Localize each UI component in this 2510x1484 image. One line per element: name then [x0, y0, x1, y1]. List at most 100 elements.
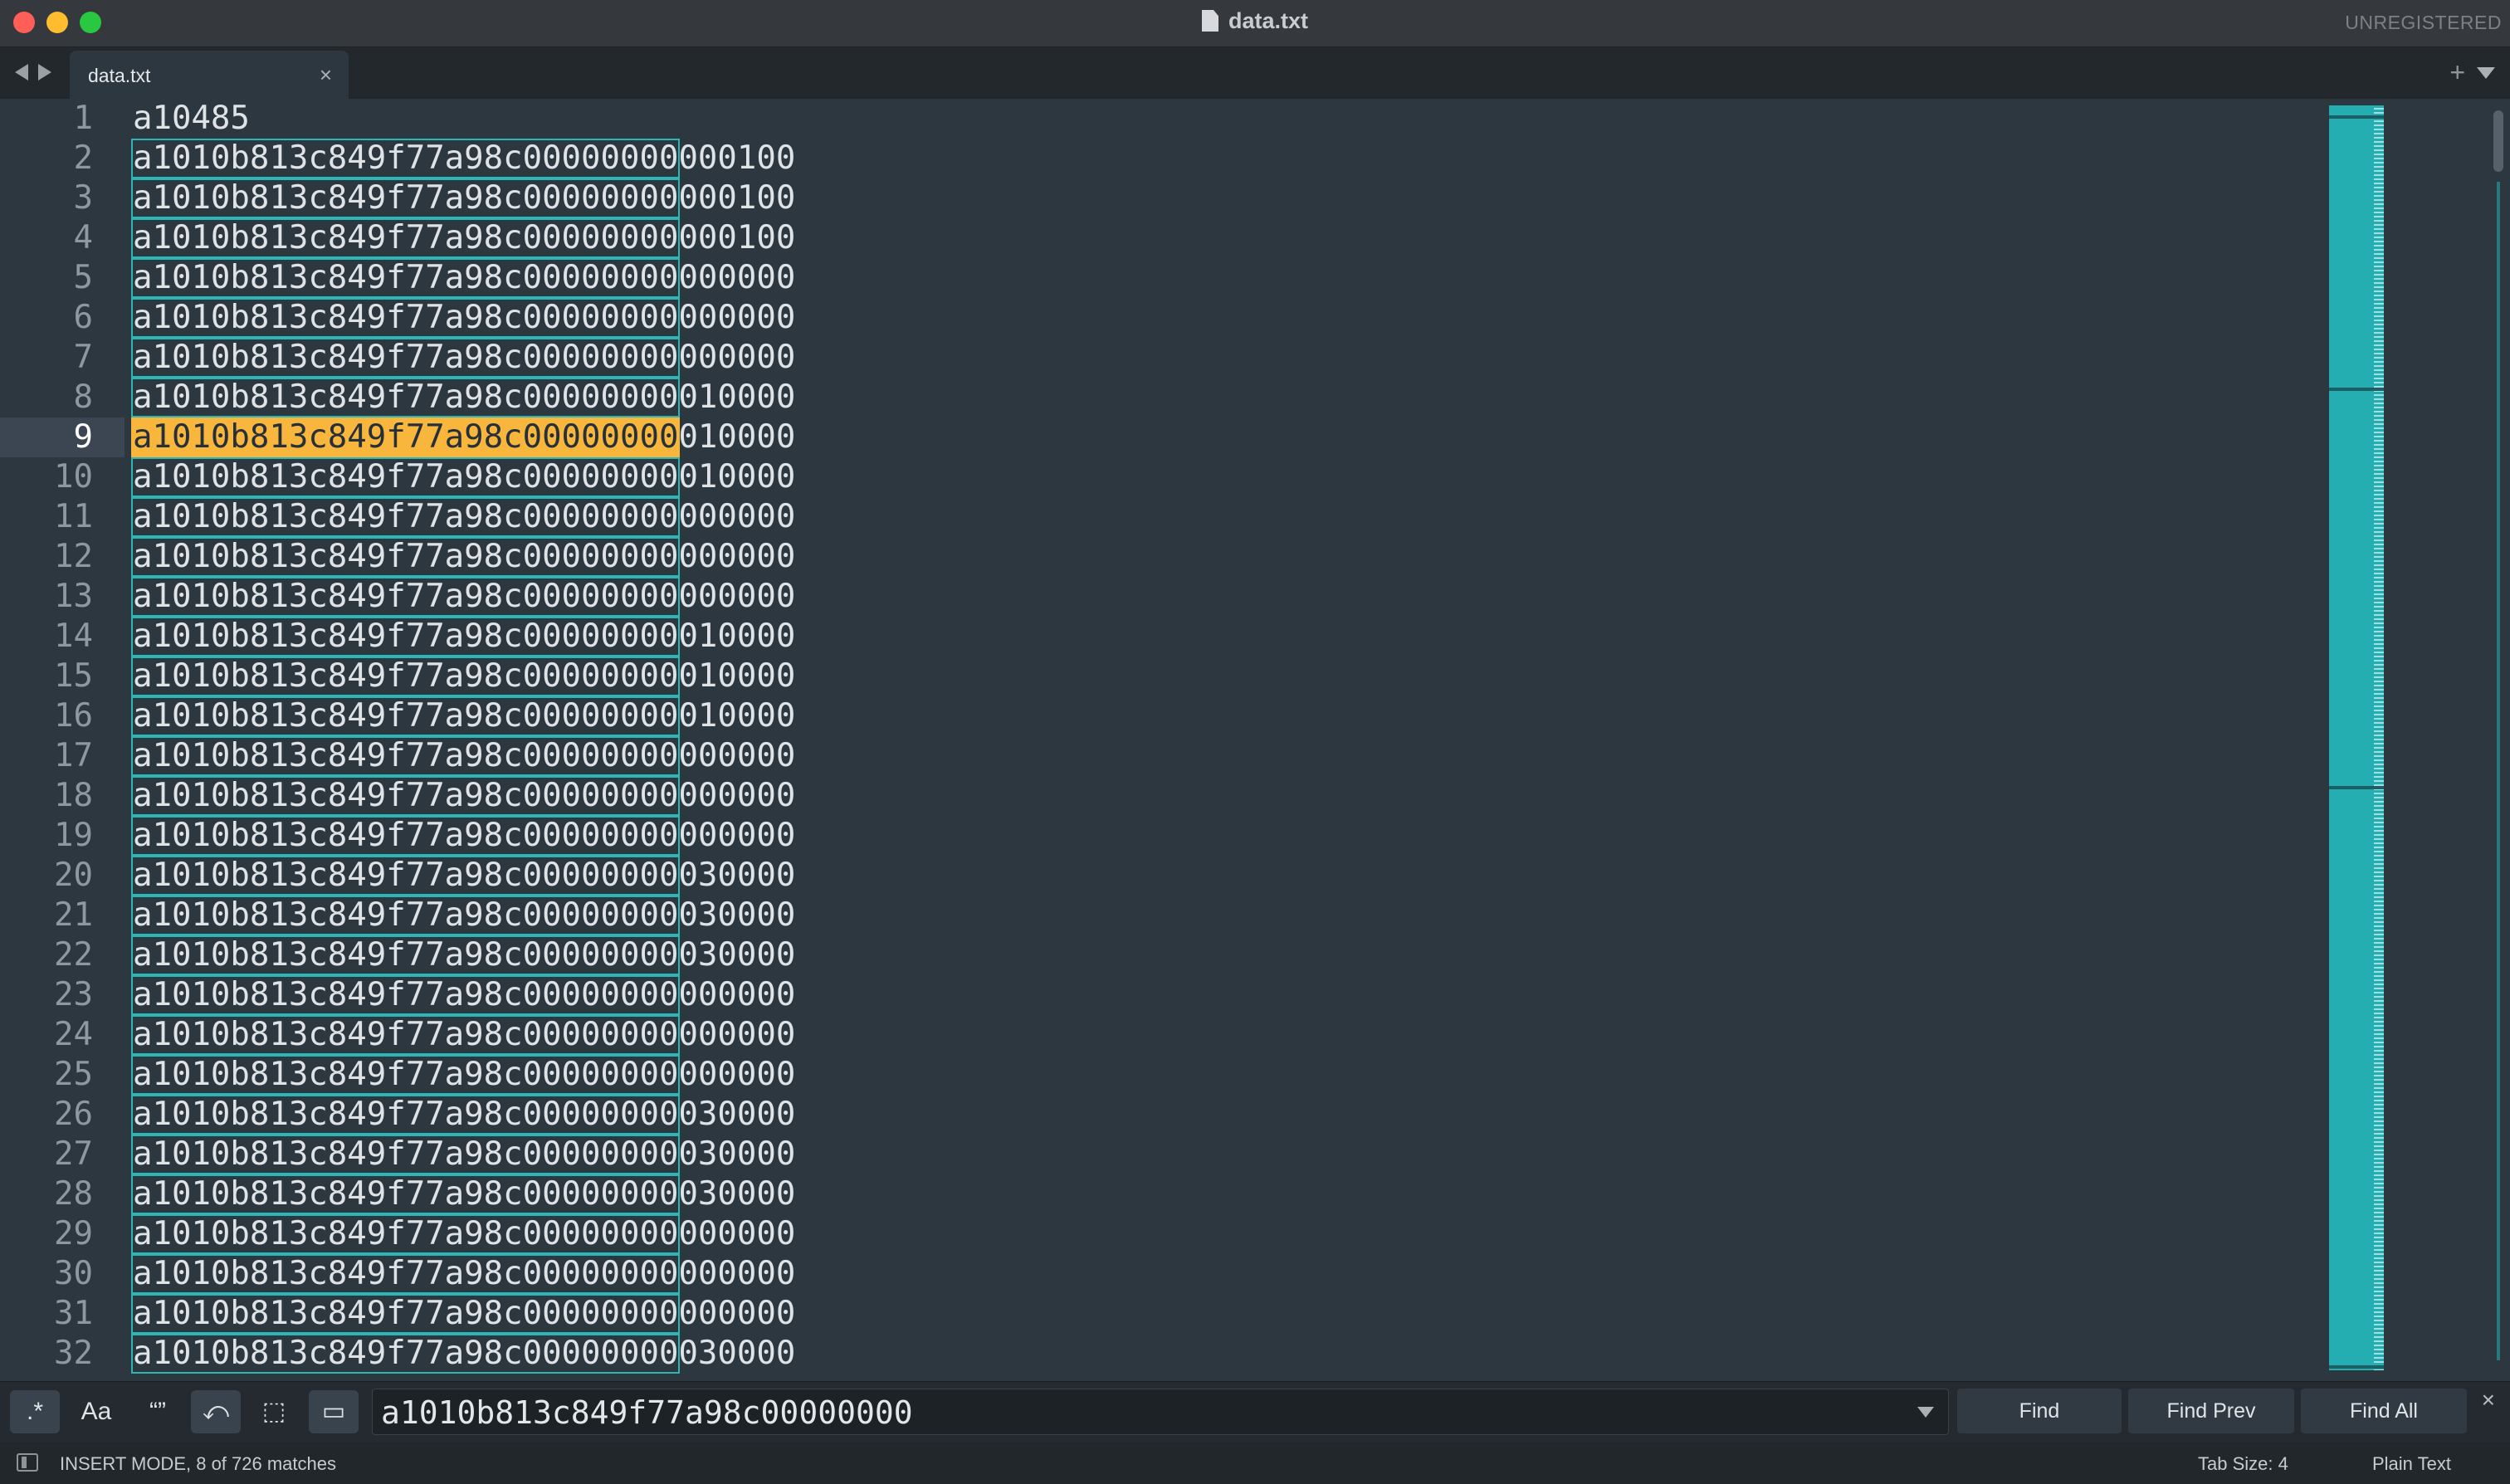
search-match: a1010b813c849f77a98c00000000	[131, 816, 681, 856]
line-text: a1010b813c849f77a98c00000000000000	[131, 258, 796, 298]
minimap-match-marker	[2329, 388, 2384, 391]
line-suffix: 030000	[678, 896, 796, 934]
regex-toggle[interactable]: .*	[10, 1390, 60, 1433]
line-text: a1010b813c849f77a98c00000000000000	[131, 577, 795, 617]
minimap-text-preview	[2374, 105, 2384, 1370]
code-line[interactable]: 15 a1010b813c849f77a98c00000000010000	[0, 657, 2324, 696]
code-line[interactable]: 10 a1010b813c849f77a98c00000000010000	[0, 457, 2324, 497]
in-selection-toggle[interactable]: ⬚	[249, 1390, 299, 1433]
find-all-button[interactable]: Find All	[2301, 1389, 2467, 1433]
find-close-icon[interactable]: ×	[2482, 1387, 2495, 1413]
find-panel: .* Aa “” ⤺ ⬚ ▭ a1010b813c849f77a98c00000000 F…	[0, 1381, 2510, 1442]
code-line[interactable]: 31 a1010b813c849f77a98c00000000000000	[0, 1294, 2324, 1334]
line-number: 2	[73, 139, 93, 177]
code-line[interactable]: 27 a1010b813c849f77a98c00000000030000	[0, 1135, 2324, 1174]
syntax-selector[interactable]: Plain Text	[2372, 1453, 2451, 1475]
line-number: 25	[54, 1056, 93, 1093]
code-line[interactable]: 6 a1010b813c849f77a98c00000000000000	[0, 298, 2324, 338]
search-match: a1010b813c849f77a98c00000000	[131, 1294, 681, 1334]
document-icon	[1201, 10, 1218, 32]
line-text: a1010b813c849f77a98c00000000000000	[131, 1015, 795, 1055]
active-match: a1010b813c849f77a98c00000000	[131, 417, 681, 457]
code-line[interactable]: 29 a1010b813c849f77a98c00000000000000	[0, 1214, 2324, 1254]
panel-toggle-icon[interactable]	[17, 1453, 38, 1472]
status-bar: INSERT MODE, 8 of 726 matches Tab Size: …	[0, 1442, 2510, 1484]
line-suffix: 030000	[678, 1135, 796, 1173]
code-line[interactable]: 8 a1010b813c849f77a98c00000000010000	[0, 378, 2324, 417]
code-line[interactable]: 25 a1010b813c849f77a98c00000000000000	[0, 1055, 2324, 1095]
code-line[interactable]: 28 a1010b813c849f77a98c00000000030000	[0, 1174, 2324, 1214]
line-text: a1010b813c849f77a98c00000000030000	[131, 1334, 795, 1374]
line-suffix: 000000	[678, 976, 796, 1013]
code-line[interactable]: 22 a1010b813c849f77a98c00000000030000	[0, 935, 2324, 975]
code-line[interactable]: 3 a1010b813c849f77a98c00000000000100	[0, 178, 2324, 218]
line-number: 10	[54, 458, 93, 495]
whole-word-toggle[interactable]: “”	[133, 1390, 183, 1433]
code-line[interactable]: 19 a1010b813c849f77a98c00000000000000	[0, 816, 2324, 856]
code-line[interactable]: 18 a1010b813c849f77a98c00000000000000	[0, 776, 2324, 816]
code-line[interactable]: 21 a1010b813c849f77a98c00000000030000	[0, 896, 2324, 935]
code-line[interactable]: 13 a1010b813c849f77a98c00000000000000	[0, 577, 2324, 617]
tab-menu-chevron-down-icon[interactable]	[2477, 67, 2495, 79]
search-match: a1010b813c849f77a98c00000000	[131, 537, 681, 577]
new-tab-icon[interactable]: +	[2449, 57, 2465, 88]
code-line[interactable]: 16 a1010b813c849f77a98c00000000010000	[0, 696, 2324, 736]
line-number: 1	[73, 100, 93, 137]
code-line[interactable]: 11 a1010b813c849f77a98c00000000000000	[0, 497, 2324, 537]
code-line[interactable]: 17 a1010b813c849f77a98c00000000000000	[0, 736, 2324, 776]
code-line[interactable]: 20 a1010b813c849f77a98c00000000030000	[0, 856, 2324, 896]
line-suffix: 010000	[678, 458, 796, 495]
find-input[interactable]: a1010b813c849f77a98c00000000	[372, 1389, 1949, 1435]
line-number: 3	[73, 179, 93, 217]
code-line[interactable]: 2 a1010b813c849f77a98c00000000000100	[0, 139, 2324, 178]
search-match: a1010b813c849f77a98c00000000	[131, 139, 681, 178]
line-text: a1010b813c849f77a98c00000000010000	[131, 696, 795, 736]
find-history-chevron-down-icon[interactable]	[1917, 1407, 1934, 1418]
highlight-matches-toggle[interactable]: ▭	[309, 1390, 359, 1433]
minimap[interactable]	[2329, 105, 2384, 1370]
line-number: 23	[54, 976, 93, 1013]
search-match: a1010b813c849f77a98c00000000	[131, 457, 681, 497]
line-suffix: 000000	[678, 259, 796, 296]
code-line[interactable]: 30 a1010b813c849f77a98c00000000000000	[0, 1254, 2324, 1294]
code-line[interactable]: 32 a1010b813c849f77a98c00000000030000	[0, 1334, 2324, 1374]
find-button[interactable]: Find	[1957, 1389, 2122, 1433]
code-line[interactable]: 9 a1010b813c849f77a98c00000000010000	[0, 417, 2324, 457]
line-number: 15	[54, 657, 93, 695]
line-number: 32	[54, 1335, 93, 1372]
vertical-scrollbar-thumb[interactable]	[2493, 110, 2503, 172]
line-number: 11	[54, 498, 93, 535]
line-text: a1010b813c849f77a98c00000000030000	[131, 1174, 795, 1214]
line-number: 30	[54, 1255, 93, 1292]
line-suffix: 010000	[678, 618, 796, 655]
code-line[interactable]: 4 a1010b813c849f77a98c00000000000100	[0, 218, 2324, 258]
tab-close-icon[interactable]: ×	[320, 62, 332, 88]
nav-forward-icon[interactable]	[38, 64, 51, 81]
wrap-toggle[interactable]: ⤺	[191, 1390, 241, 1433]
line-text: a1010b813c849f77a98c00000000000000	[131, 1214, 795, 1254]
editor-area[interactable]: 1 a10485 2 a1010b813c849f77a98c000000000001…	[0, 99, 2510, 1381]
search-match: a1010b813c849f77a98c00000000	[131, 497, 681, 537]
code-line[interactable]: 14 a1010b813c849f77a98c00000000010000	[0, 617, 2324, 657]
line-suffix: 000000	[678, 498, 796, 535]
tab-label: data.txt	[88, 65, 151, 86]
line-number: 31	[54, 1295, 93, 1332]
line-number: 17	[54, 737, 93, 774]
find-prev-button[interactable]: Find Prev	[2128, 1389, 2294, 1433]
nav-back-icon[interactable]	[15, 64, 28, 81]
code-line[interactable]: 24 a1010b813c849f77a98c00000000000000	[0, 1015, 2324, 1055]
line-text: a1010b813c849f77a98c00000000030000	[131, 896, 796, 935]
search-match: a1010b813c849f77a98c00000000	[131, 617, 681, 657]
code-line[interactable]: 7 a1010b813c849f77a98c00000000000000	[0, 338, 2324, 378]
search-match: a1010b813c849f77a98c00000000	[131, 1254, 681, 1294]
code-line[interactable]: 1 a10485	[0, 99, 2324, 139]
tab-data-txt[interactable]: data.txt ×	[70, 51, 349, 99]
code-line[interactable]: 12 a1010b813c849f77a98c00000000000000	[0, 537, 2324, 577]
tab-size-selector[interactable]: Tab Size: 4	[2198, 1453, 2288, 1475]
code-line[interactable]: 5 a1010b813c849f77a98c00000000000000	[0, 258, 2324, 298]
code-line[interactable]: 26 a1010b813c849f77a98c00000000030000	[0, 1095, 2324, 1135]
line-number: 24	[54, 1016, 93, 1053]
search-match: a1010b813c849f77a98c00000000	[131, 1214, 681, 1254]
code-line[interactable]: 23 a1010b813c849f77a98c00000000000000	[0, 975, 2324, 1015]
case-sensitive-toggle[interactable]: Aa	[71, 1390, 121, 1433]
